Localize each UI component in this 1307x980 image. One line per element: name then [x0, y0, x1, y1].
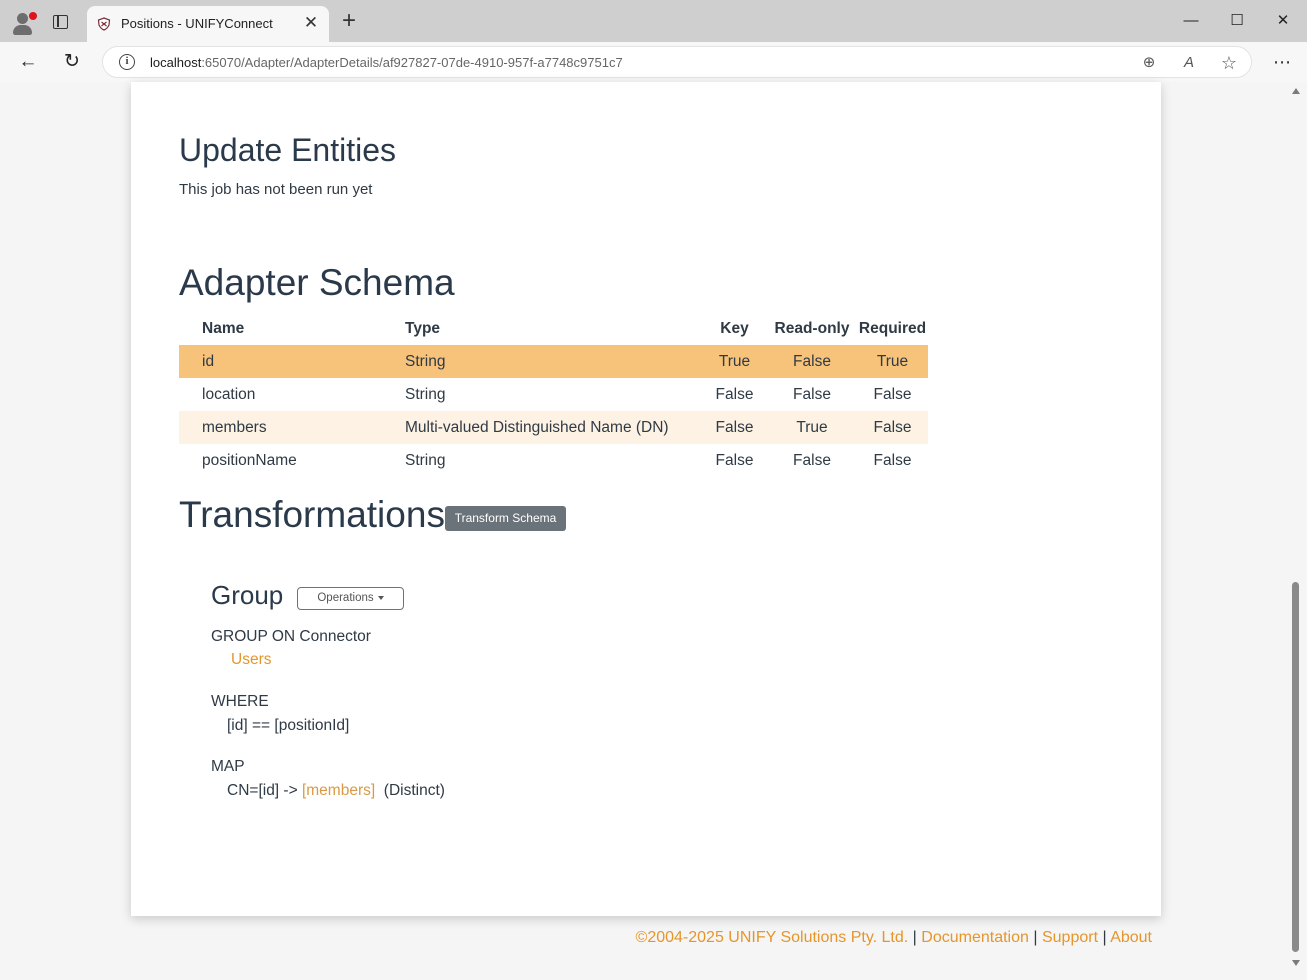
adapter-schema-heading: Adapter Schema	[179, 262, 455, 303]
column-header-type: Type	[405, 319, 441, 337]
url-host: localhost	[150, 55, 202, 70]
table-row[interactable]: id String True False True	[179, 345, 928, 378]
map-source: CN=[id] ->	[227, 782, 298, 799]
cell-required: True	[857, 345, 928, 378]
support-link[interactable]: Support	[1042, 929, 1098, 946]
connector-users-link[interactable]: Users	[231, 651, 271, 669]
table-row[interactable]: members Multi-valued Distinguished Name …	[179, 411, 928, 444]
column-header-readonly: Read-only	[774, 319, 850, 337]
cell-readonly: False	[767, 345, 857, 378]
scroll-down-icon[interactable]	[1292, 960, 1300, 966]
cell-type: Multi-valued Distinguished Name (DN)	[405, 411, 702, 444]
back-icon[interactable]: ←	[16, 50, 40, 74]
cell-readonly: False	[793, 385, 831, 403]
tab-title: Positions - UNIFYConnect	[121, 16, 273, 31]
column-header-required: Required	[858, 319, 927, 337]
table-row[interactable]: positionName String False False False	[179, 444, 928, 477]
cell-readonly: True	[767, 411, 857, 444]
url-bar[interactable]: i localhost:65070/Adapter/AdapterDetails…	[102, 46, 1252, 78]
footer-separator: |	[912, 929, 917, 946]
documentation-link[interactable]: Documentation	[921, 929, 1029, 946]
tab-actions-icon[interactable]	[53, 15, 68, 29]
tab-close-icon[interactable]: ✕	[301, 13, 321, 33]
cell-name: location	[202, 385, 256, 403]
cell-name: positionName	[202, 451, 297, 469]
update-entities-heading: Update Entities	[179, 132, 397, 168]
address-toolbar: ← ↻ i localhost:65070/Adapter/AdapterDet…	[0, 42, 1307, 82]
cell-name: members	[179, 411, 405, 444]
operations-dropdown-button[interactable]: Operations	[297, 587, 404, 610]
cell-required: False	[873, 451, 912, 469]
page-viewport: Update Entities This job has not been ru…	[0, 82, 1307, 980]
where-expression: [id] == [positionId]	[227, 717, 350, 734]
where-label: WHERE	[211, 693, 269, 710]
job-status-text: This job has not been run yet	[179, 181, 373, 198]
new-tab-icon[interactable]: +	[338, 9, 360, 33]
favorite-icon[interactable]: ☆	[1218, 52, 1240, 74]
maximize-icon[interactable]: ☐	[1222, 8, 1252, 34]
cell-key: False	[715, 451, 754, 469]
map-modifier: (Distinct)	[383, 782, 445, 799]
read-aloud-icon[interactable]: A	[1178, 52, 1200, 74]
cell-type: String	[405, 385, 446, 403]
window-close-icon[interactable]: ✕	[1268, 8, 1298, 34]
caret-down-icon	[377, 595, 384, 600]
transformations-heading: Transformations	[179, 494, 445, 535]
zoom-icon[interactable]: ⊕	[1138, 52, 1160, 74]
unify-favicon-icon	[97, 17, 111, 31]
cell-readonly: False	[793, 451, 831, 469]
minimize-icon[interactable]: —	[1176, 8, 1206, 34]
column-header-key: Key	[720, 319, 749, 337]
page-footer: ©2004-2025 UNIFY Solutions Pty. Ltd. | D…	[636, 929, 1152, 947]
cell-name: id	[179, 345, 405, 378]
about-link[interactable]: About	[1110, 929, 1152, 946]
scroll-up-icon[interactable]	[1292, 88, 1300, 94]
table-row[interactable]: location String False False False	[179, 378, 928, 411]
browser-menu-icon[interactable]: ⋯	[1270, 50, 1294, 74]
group-heading: Group	[211, 580, 284, 610]
profile-icon[interactable]	[10, 10, 37, 36]
map-expression: CN=[id] -> [members] (Distinct)	[227, 782, 445, 800]
cell-required: False	[857, 411, 928, 444]
schema-table: Name Type Key Read-only Required id Stri…	[179, 312, 928, 477]
vertical-scrollbar[interactable]	[1289, 82, 1303, 980]
browser-titlebar: Positions - UNIFYConnect ✕ + — ☐ ✕	[0, 0, 1307, 42]
cell-type: String	[405, 451, 446, 469]
map-label: MAP	[211, 758, 245, 775]
transform-schema-button[interactable]: Transform Schema	[445, 506, 566, 531]
schema-header-row: Name Type Key Read-only Required	[179, 312, 928, 345]
footer-separator: |	[1102, 929, 1107, 946]
group-on-text: GROUP ON Connector	[211, 628, 371, 645]
cell-key: False	[715, 385, 754, 403]
footer-separator: |	[1033, 929, 1038, 946]
cell-required: False	[873, 385, 912, 403]
reload-icon[interactable]: ↻	[60, 50, 84, 74]
map-target-link[interactable]: [members]	[302, 782, 375, 799]
column-header-name: Name	[202, 319, 245, 337]
cell-key: True	[702, 345, 767, 378]
browser-tab[interactable]: Positions - UNIFYConnect ✕	[87, 6, 329, 42]
site-info-icon[interactable]: i	[119, 54, 135, 70]
cell-key: False	[702, 411, 767, 444]
url-path: :65070/Adapter/AdapterDetails/af927827-0…	[201, 55, 623, 70]
copyright-link[interactable]: ©2004-2025 UNIFY Solutions Pty. Ltd.	[636, 929, 909, 946]
operations-label: Operations	[317, 592, 374, 604]
url-text[interactable]: localhost:65070/Adapter/AdapterDetails/a…	[150, 55, 623, 70]
cell-type: String	[405, 345, 702, 378]
scrollbar-thumb[interactable]	[1292, 582, 1299, 952]
content-card: Update Entities This job has not been ru…	[131, 82, 1161, 916]
